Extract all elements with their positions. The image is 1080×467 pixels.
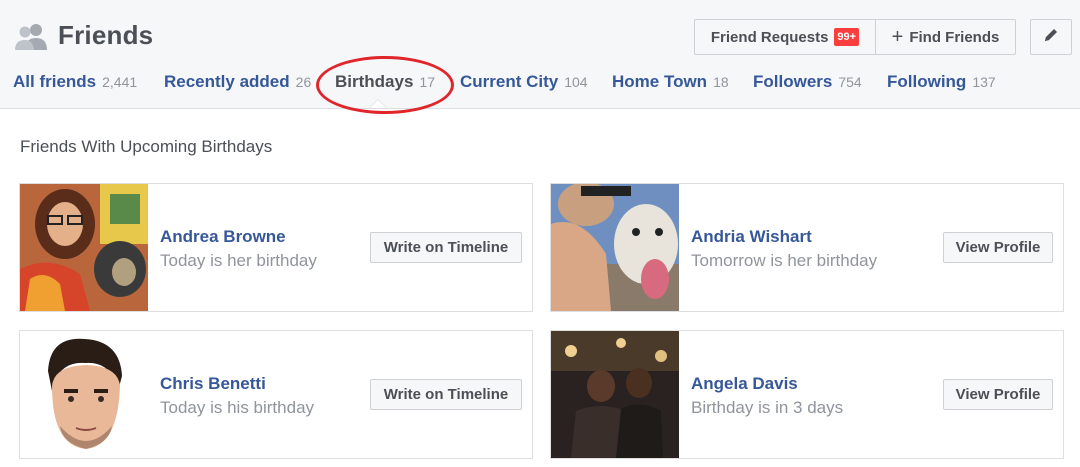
birthday-card: Andrea Browne Today is her birthday Writ… xyxy=(19,183,533,312)
birthday-text: Birthday is in 3 days xyxy=(691,398,844,417)
birthday-card: Andria Wishart Tomorrow is her birthday … xyxy=(550,183,1064,312)
write-on-timeline-button[interactable]: Write on Timeline xyxy=(370,232,522,263)
friend-name[interactable]: Chris Benetti xyxy=(160,374,266,394)
friend-requests-button[interactable]: Friend Requests 99+ xyxy=(694,19,876,55)
tab-count: 18 xyxy=(713,74,729,90)
birthday-text: Tomorrow is her birthday xyxy=(691,251,878,270)
tab-count: 104 xyxy=(564,74,588,90)
tab-label: Home Town xyxy=(612,72,708,91)
pencil-icon xyxy=(1043,27,1059,47)
find-friends-button[interactable]: + Find Friends xyxy=(875,19,1016,55)
friend-requests-label: Friend Requests xyxy=(710,28,829,46)
friend-requests-badge: 99+ xyxy=(834,28,860,46)
friend-name[interactable]: Andria Wishart xyxy=(691,227,812,247)
tab-home-town[interactable]: Home Town 18 xyxy=(612,72,729,92)
plus-icon: + xyxy=(891,26,904,48)
avatar[interactable] xyxy=(551,184,679,311)
tab-count: 2,441 xyxy=(102,74,138,90)
tab-following[interactable]: Following 137 xyxy=(887,72,996,92)
tab-label: Followers xyxy=(753,72,833,91)
avatar[interactable] xyxy=(20,184,148,311)
birthday-text: Today is his birthday xyxy=(160,398,315,417)
view-profile-button[interactable]: View Profile xyxy=(943,232,1053,263)
birthday-card: Chris Benetti Today is his birthday Writ… xyxy=(19,330,533,459)
section-title: Friends With Upcoming Birthdays xyxy=(20,137,273,156)
view-profile-button[interactable]: View Profile xyxy=(943,379,1053,410)
tab-label: Following xyxy=(887,72,967,91)
write-on-timeline-button[interactable]: Write on Timeline xyxy=(370,379,522,410)
page-header: Friends Friend Requests 99+ + Find Frien… xyxy=(0,0,1080,109)
birthday-text: Today is her birthday xyxy=(160,251,317,270)
avatar[interactable] xyxy=(551,331,679,458)
tab-count: 754 xyxy=(838,74,862,90)
tab-recently-added[interactable]: Recently added 26 xyxy=(164,72,311,92)
edit-button[interactable] xyxy=(1030,19,1072,55)
tab-count: 137 xyxy=(972,74,996,90)
tab-label: Recently added xyxy=(164,72,290,91)
birthday-card: Angela Davis Birthday is in 3 days View … xyxy=(550,330,1064,459)
avatar[interactable] xyxy=(20,331,148,458)
find-friends-label: Find Friends xyxy=(909,28,1000,46)
friends-icon xyxy=(14,22,48,50)
friend-name[interactable]: Angela Davis xyxy=(691,374,798,394)
tab-current-city[interactable]: Current City 104 xyxy=(460,72,588,92)
friend-name[interactable]: Andrea Browne xyxy=(160,227,286,247)
tab-label: Current City xyxy=(460,72,559,91)
tab-followers[interactable]: Followers 754 xyxy=(753,72,862,92)
page-title: Friends xyxy=(58,20,154,50)
tab-count: 26 xyxy=(295,74,312,90)
tab-label: All friends xyxy=(13,72,97,91)
highlight-circle xyxy=(316,56,454,114)
tab-all-friends[interactable]: All friends 2,441 xyxy=(13,72,137,92)
